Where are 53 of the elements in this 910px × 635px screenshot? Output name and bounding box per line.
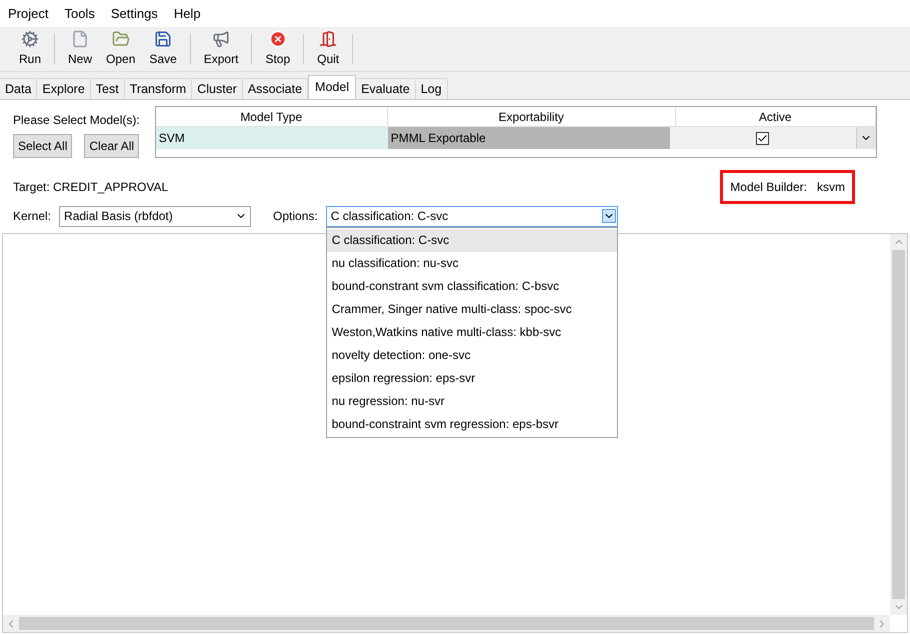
options-dropdown[interactable]: C classification: C-svc [326,206,618,226]
model-builder-label: Model Builder: [730,179,807,196]
kernel-label: Kernel: [13,208,52,225]
menu-item[interactable]: Project [8,4,48,24]
dropdown-button[interactable] [856,127,876,149]
option-item[interactable]: bound-constrant svm classification: C-bsvc [326,274,617,298]
horizontal-scrollbar[interactable] [3,615,890,632]
target-label: Target: CREDIT_APPROVAL [13,179,168,196]
document-icon [71,30,90,48]
tab[interactable]: Cluster [192,78,243,99]
kernel-dropdown[interactable]: Radial Basis (rbfdot) [59,206,252,226]
table-cell: PMML Exportable [388,127,670,149]
option-item[interactable]: nu classification: nu-svc [326,252,617,274]
menu-item[interactable]: Tools [64,4,95,24]
door-icon [319,30,338,48]
toolbar-button[interactable]: Run [12,30,48,68]
option-item[interactable]: nu regression: nu-svr [326,390,617,412]
menu-item[interactable]: Help [174,4,201,24]
tab[interactable]: Log [416,78,448,99]
option-item[interactable]: Weston,Watkins native multi-class: kbb-svc [326,320,617,344]
toolbar-button[interactable]: Open [99,30,142,68]
tab[interactable]: Evaluate [356,78,416,99]
tab[interactable]: Transform [124,78,192,99]
options-label: Options: [273,208,318,225]
megaphone-icon [212,30,230,48]
tab[interactable]: Test [90,78,125,99]
tab[interactable]: Explore [37,78,91,99]
stop-icon [268,30,287,48]
select-button[interactable]: Clear All [84,134,140,158]
save-icon [154,30,172,48]
vertical-scrollbar[interactable] [890,234,907,615]
gears-icon [21,30,39,48]
table-cell: SVM [156,127,388,149]
tab[interactable]: Associate [242,78,308,99]
menu-item[interactable]: Settings [110,4,158,24]
option-item[interactable]: epsilon regression: eps-svr [326,366,617,390]
option-item[interactable]: novelty detection: one-svc [326,344,617,366]
model-builder-value: ksvm [817,179,845,196]
select-button[interactable]: Select All [13,134,72,158]
toolbar-button[interactable]: Quit [310,30,346,68]
toolbar-button[interactable]: New [61,30,100,68]
option-item[interactable]: Crammer, Singer native multi-class: spoc-svc [326,298,617,320]
checkbox[interactable] [756,132,770,144]
tab[interactable]: Data [0,78,38,99]
toolbar-button[interactable]: Export [196,30,246,68]
model-select-label: Please Select Model(s): [13,112,140,129]
chevron-down-icon [602,209,616,223]
option-item[interactable]: bound-constraint svm regression: eps-bsvr [326,412,617,436]
folder-icon [112,30,130,48]
toolbar-button[interactable]: Stop [258,30,298,68]
toolbar-button[interactable]: Save [142,30,184,68]
option-item[interactable]: C classification: C-svc [326,228,617,252]
tab[interactable]: Model [308,75,356,99]
